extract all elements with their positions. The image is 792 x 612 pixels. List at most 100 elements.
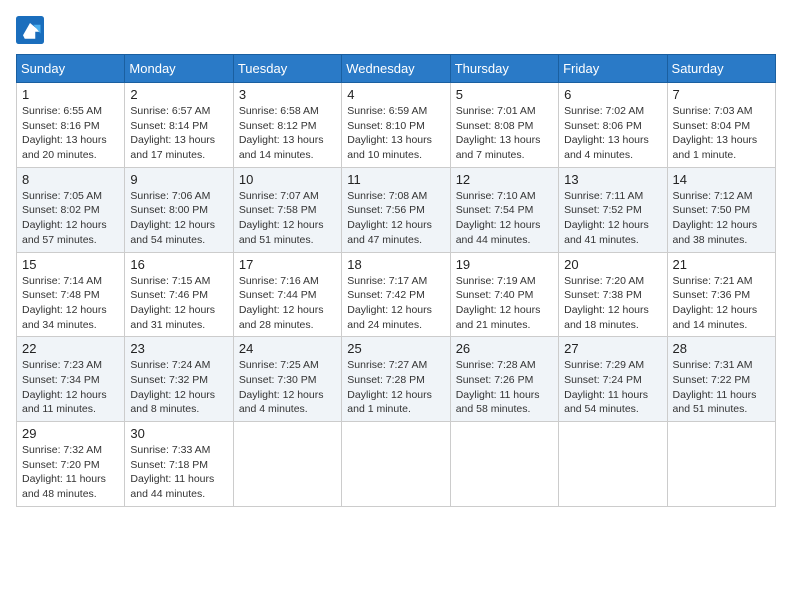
day-info: Sunrise: 7:10 AM Sunset: 7:54 PM Dayligh… (456, 189, 553, 248)
day-info: Sunrise: 7:17 AM Sunset: 7:42 PM Dayligh… (347, 274, 444, 333)
day-info: Sunrise: 7:33 AM Sunset: 7:18 PM Dayligh… (130, 443, 227, 502)
day-info: Sunrise: 7:19 AM Sunset: 7:40 PM Dayligh… (456, 274, 553, 333)
calendar-cell: 30 Sunrise: 7:33 AM Sunset: 7:18 PM Dayli… (125, 422, 233, 507)
calendar-cell: 16 Sunrise: 7:15 AM Sunset: 7:46 PM Dayli… (125, 252, 233, 337)
day-number: 7 (673, 87, 770, 102)
day-info: Sunrise: 7:12 AM Sunset: 7:50 PM Dayligh… (673, 189, 770, 248)
day-info: Sunrise: 7:24 AM Sunset: 7:32 PM Dayligh… (130, 358, 227, 417)
day-number: 4 (347, 87, 444, 102)
day-number: 8 (22, 172, 119, 187)
day-number: 1 (22, 87, 119, 102)
day-info: Sunrise: 7:03 AM Sunset: 8:04 PM Dayligh… (673, 104, 770, 163)
day-number: 25 (347, 341, 444, 356)
calendar-cell (233, 422, 341, 507)
day-info: Sunrise: 7:21 AM Sunset: 7:36 PM Dayligh… (673, 274, 770, 333)
day-info: Sunrise: 6:58 AM Sunset: 8:12 PM Dayligh… (239, 104, 336, 163)
calendar-cell: 11Sunrise: 7:08 AM Sunset: 7:56 PM Dayli… (342, 167, 450, 252)
day-info: Sunrise: 7:15 AM Sunset: 7:46 PM Dayligh… (130, 274, 227, 333)
day-info: Sunrise: 7:08 AM Sunset: 7:56 PM Dayligh… (347, 189, 444, 248)
calendar-cell: 27 Sunrise: 7:29 AM Sunset: 7:24 PM Dayli… (559, 337, 667, 422)
calendar-week-row: 1 Sunrise: 6:55 AM Sunset: 8:16 PM Daylig… (17, 83, 776, 168)
day-info: Sunrise: 7:28 AM Sunset: 7:26 PM Dayligh… (456, 358, 553, 417)
calendar-cell: 6 Sunrise: 7:02 AM Sunset: 8:06 PM Daylig… (559, 83, 667, 168)
calendar-cell: 12 Sunrise: 7:10 AM Sunset: 7:54 PM Dayli… (450, 167, 558, 252)
calendar-cell (559, 422, 667, 507)
day-info: Sunrise: 7:06 AM Sunset: 8:00 PM Dayligh… (130, 189, 227, 248)
day-number: 26 (456, 341, 553, 356)
calendar-cell (342, 422, 450, 507)
day-info: Sunrise: 7:27 AM Sunset: 7:28 PM Dayligh… (347, 358, 444, 417)
day-number: 24 (239, 341, 336, 356)
calendar-header-wednesday: Wednesday (342, 55, 450, 83)
day-number: 9 (130, 172, 227, 187)
day-number: 10 (239, 172, 336, 187)
calendar-cell: 5 Sunrise: 7:01 AM Sunset: 8:08 PM Daylig… (450, 83, 558, 168)
day-info: Sunrise: 7:23 AM Sunset: 7:34 PM Dayligh… (22, 358, 119, 417)
calendar-cell: 15Sunrise: 7:14 AM Sunset: 7:48 PM Dayli… (17, 252, 125, 337)
day-number: 13 (564, 172, 661, 187)
calendar-cell: 26 Sunrise: 7:28 AM Sunset: 7:26 PM Dayli… (450, 337, 558, 422)
day-number: 12 (456, 172, 553, 187)
calendar-cell: 9 Sunrise: 7:06 AM Sunset: 8:00 PM Daylig… (125, 167, 233, 252)
day-info: Sunrise: 7:07 AM Sunset: 7:58 PM Dayligh… (239, 189, 336, 248)
day-info: Sunrise: 7:16 AM Sunset: 7:44 PM Dayligh… (239, 274, 336, 333)
calendar-cell: 1 Sunrise: 6:55 AM Sunset: 8:16 PM Daylig… (17, 83, 125, 168)
day-number: 28 (673, 341, 770, 356)
day-info: Sunrise: 7:29 AM Sunset: 7:24 PM Dayligh… (564, 358, 661, 417)
day-number: 20 (564, 257, 661, 272)
calendar-cell: 18 Sunrise: 7:17 AM Sunset: 7:42 PM Dayli… (342, 252, 450, 337)
day-number: 14 (673, 172, 770, 187)
calendar-header-thursday: Thursday (450, 55, 558, 83)
calendar-cell: 21 Sunrise: 7:21 AM Sunset: 7:36 PM Dayli… (667, 252, 775, 337)
calendar-cell: 25 Sunrise: 7:27 AM Sunset: 7:28 PM Dayli… (342, 337, 450, 422)
calendar-cell: 14 Sunrise: 7:12 AM Sunset: 7:50 PM Dayli… (667, 167, 775, 252)
day-number: 27 (564, 341, 661, 356)
day-info: Sunrise: 7:11 AM Sunset: 7:52 PM Dayligh… (564, 189, 661, 248)
calendar-header-tuesday: Tuesday (233, 55, 341, 83)
calendar-header-sunday: Sunday (17, 55, 125, 83)
calendar-cell (667, 422, 775, 507)
calendar-week-row: 22 Sunrise: 7:23 AM Sunset: 7:34 PM Dayli… (17, 337, 776, 422)
day-info: Sunrise: 7:25 AM Sunset: 7:30 PM Dayligh… (239, 358, 336, 417)
day-number: 29 (22, 426, 119, 441)
calendar-week-row: 29 Sunrise: 7:32 AM Sunset: 7:20 PM Dayli… (17, 422, 776, 507)
calendar-header-friday: Friday (559, 55, 667, 83)
calendar-table: SundayMondayTuesdayWednesdayThursdayFrid… (16, 54, 776, 507)
calendar-cell: 23Sunrise: 7:24 AM Sunset: 7:32 PM Dayli… (125, 337, 233, 422)
calendar-week-row: 8 Sunrise: 7:05 AM Sunset: 8:02 PM Daylig… (17, 167, 776, 252)
calendar-cell: 3 Sunrise: 6:58 AM Sunset: 8:12 PM Daylig… (233, 83, 341, 168)
logo (16, 16, 48, 44)
day-info: Sunrise: 7:05 AM Sunset: 8:02 PM Dayligh… (22, 189, 119, 248)
day-number: 16 (130, 257, 227, 272)
calendar-cell: 17 Sunrise: 7:16 AM Sunset: 7:44 PM Dayli… (233, 252, 341, 337)
day-number: 19 (456, 257, 553, 272)
day-info: Sunrise: 6:57 AM Sunset: 8:14 PM Dayligh… (130, 104, 227, 163)
day-number: 22 (22, 341, 119, 356)
day-info: Sunrise: 7:01 AM Sunset: 8:08 PM Dayligh… (456, 104, 553, 163)
calendar-cell: 7 Sunrise: 7:03 AM Sunset: 8:04 PM Daylig… (667, 83, 775, 168)
calendar-cell: 13 Sunrise: 7:11 AM Sunset: 7:52 PM Dayli… (559, 167, 667, 252)
calendar-cell: 22 Sunrise: 7:23 AM Sunset: 7:34 PM Dayli… (17, 337, 125, 422)
day-number: 3 (239, 87, 336, 102)
day-info: Sunrise: 7:31 AM Sunset: 7:22 PM Dayligh… (673, 358, 770, 417)
day-info: Sunrise: 6:59 AM Sunset: 8:10 PM Dayligh… (347, 104, 444, 163)
day-info: Sunrise: 7:20 AM Sunset: 7:38 PM Dayligh… (564, 274, 661, 333)
day-number: 18 (347, 257, 444, 272)
day-number: 15 (22, 257, 119, 272)
day-number: 21 (673, 257, 770, 272)
day-number: 5 (456, 87, 553, 102)
calendar-header-saturday: Saturday (667, 55, 775, 83)
day-number: 30 (130, 426, 227, 441)
calendar-cell: 28 Sunrise: 7:31 AM Sunset: 7:22 PM Dayli… (667, 337, 775, 422)
day-number: 6 (564, 87, 661, 102)
calendar-cell (450, 422, 558, 507)
day-number: 17 (239, 257, 336, 272)
calendar-cell: 10 Sunrise: 7:07 AM Sunset: 7:58 PM Dayli… (233, 167, 341, 252)
day-info: Sunrise: 7:02 AM Sunset: 8:06 PM Dayligh… (564, 104, 661, 163)
day-info: Sunrise: 7:32 AM Sunset: 7:20 PM Dayligh… (22, 443, 119, 502)
calendar-cell: 29 Sunrise: 7:32 AM Sunset: 7:20 PM Dayli… (17, 422, 125, 507)
day-info: Sunrise: 6:55 AM Sunset: 8:16 PM Dayligh… (22, 104, 119, 163)
calendar-cell: 24 Sunrise: 7:25 AM Sunset: 7:30 PM Dayli… (233, 337, 341, 422)
day-number: 2 (130, 87, 227, 102)
logo-icon (16, 16, 44, 44)
